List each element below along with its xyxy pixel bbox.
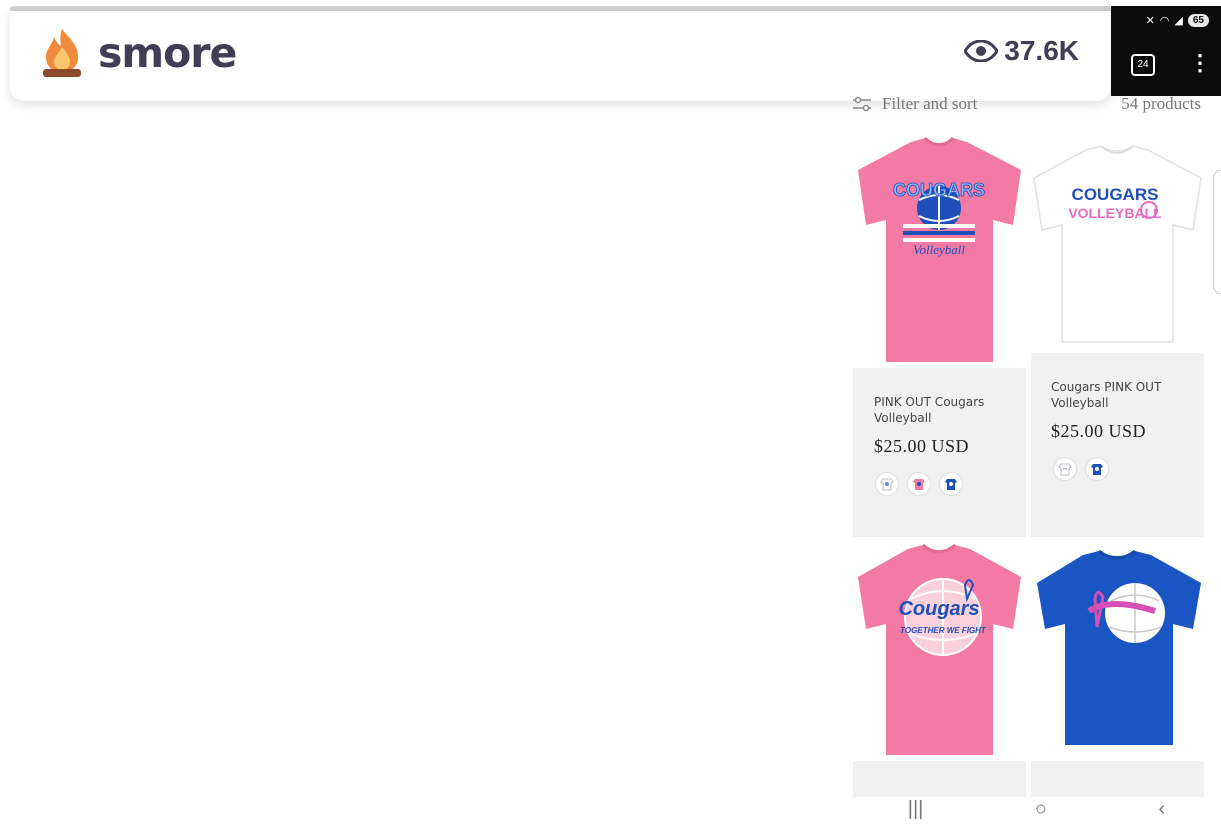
product-image[interactable]: Cougars TOGETHER WE FIGHT	[853, 537, 1026, 761]
product-price: $25.00 USD	[1051, 421, 1147, 441]
product-count: 54 products	[1121, 94, 1201, 113]
browser-menu-button[interactable]: ⋮	[1189, 50, 1211, 76]
product-title[interactable]: Cougars PINK OUT Volleyball	[1051, 379, 1161, 411]
product-image[interactable]: COUGARS Volleyball	[853, 130, 1026, 368]
product-image[interactable]: COUGARS VOLLEYBALL	[1031, 130, 1204, 353]
mute-icon: ✕	[1145, 15, 1155, 27]
product-card[interactable]: COUGARS VOLLEYBALL Cougars PINK OUT Voll…	[1031, 130, 1204, 537]
color-swatch-pink[interactable]	[908, 473, 930, 495]
smore-header: smore 37.6K	[10, 11, 1111, 101]
shirt-print-text: COUGARS	[893, 180, 985, 200]
android-navigation-bar: ||| ○ ‹	[852, 793, 1221, 825]
battery-indicator: 65	[1187, 14, 1209, 27]
product-price: $25.00 USD	[874, 436, 970, 456]
filter-row: Filter and sort 54 products	[852, 92, 1207, 116]
product-card[interactable]: Cougars TOGETHER WE FIGHT	[853, 537, 1026, 797]
product-card[interactable]: COUGARS Volleyball PINK OUT Cougars Voll…	[853, 130, 1026, 537]
recent-apps-icon[interactable]: |||	[908, 798, 924, 821]
phone-status-area: ✕ ◠ ◢ 65 24 ⋮	[1111, 6, 1221, 96]
status-bar: ✕ ◠ ◢ 65	[1146, 14, 1209, 27]
product-title[interactable]: PINK OUT Cougars Volleyball	[874, 394, 984, 426]
filter-and-sort-button[interactable]: Filter and sort	[852, 94, 977, 114]
home-icon[interactable]: ○	[1035, 798, 1047, 821]
color-swatch-blue[interactable]	[940, 473, 962, 495]
color-swatch-white[interactable]	[876, 473, 898, 495]
product-card[interactable]	[1031, 537, 1204, 797]
view-count: 37.6K	[964, 35, 1079, 67]
product-image[interactable]	[1031, 537, 1204, 761]
shirt-print-subtext: Volleyball	[913, 242, 965, 257]
campfire-icon	[43, 29, 81, 77]
color-swatch-blue[interactable]	[1086, 458, 1108, 480]
shirt-print-subtext: TOGETHER WE FIGHT	[900, 626, 987, 635]
color-swatch-white[interactable]	[1054, 458, 1076, 480]
side-panel-handle[interactable]	[1213, 170, 1221, 294]
back-icon[interactable]: ‹	[1159, 798, 1166, 821]
signal-icon: ◢	[1174, 15, 1183, 27]
eye-icon	[964, 40, 999, 62]
shirt-print-text: COUGARS	[1072, 185, 1159, 204]
shirt-print-text: Cougars	[898, 598, 979, 620]
filter-icon	[853, 96, 871, 112]
brand-name: smore	[98, 29, 237, 77]
view-count-value: 37.6K	[1004, 35, 1079, 66]
browser-tabs-button[interactable]: 24	[1131, 54, 1155, 76]
filter-label: Filter and sort	[882, 94, 978, 113]
wifi-icon: ◠	[1159, 15, 1170, 27]
smore-logo[interactable]: smore	[40, 27, 237, 79]
